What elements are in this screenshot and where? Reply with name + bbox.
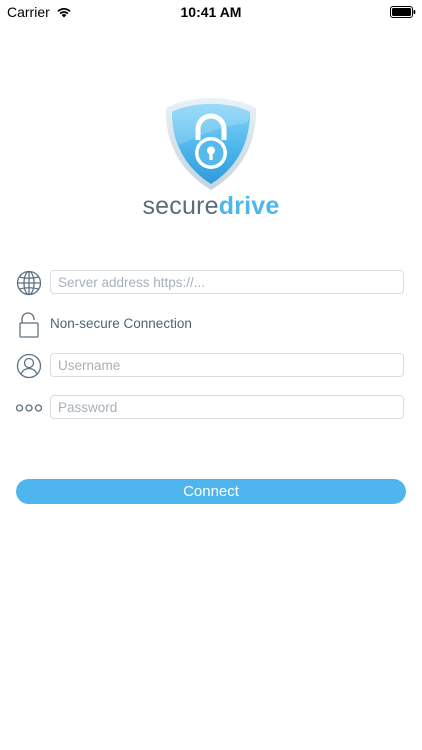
login-screen: Carrier 10:41 AM securedrive Server addr… <box>0 0 422 750</box>
unlocked-padlock-icon <box>14 311 44 339</box>
status-bar: Carrier 10:41 AM <box>0 0 422 22</box>
username-input[interactable] <box>50 353 404 377</box>
battery-icon <box>390 5 416 21</box>
connect-button[interactable]: Connect <box>16 479 406 504</box>
shield-lock-icon <box>161 96 261 192</box>
user-icon <box>14 352 44 380</box>
app-logo: securedrive <box>0 96 422 226</box>
globe-icon <box>14 269 44 297</box>
wordmark-drive: drive <box>218 192 280 220</box>
connection-status-label: Non-secure Connection <box>50 316 192 331</box>
server-row <box>14 269 406 297</box>
server-address-input[interactable] <box>50 270 404 294</box>
username-row <box>14 352 406 380</box>
app-wordmark: securedrive <box>0 192 422 221</box>
password-dots-icon <box>14 394 44 422</box>
password-input[interactable] <box>50 395 404 419</box>
connection-row: Non-secure Connection <box>14 311 406 339</box>
status-time: 10:41 AM <box>180 4 242 20</box>
wordmark-secure: secure <box>142 192 219 220</box>
password-row <box>14 394 406 422</box>
